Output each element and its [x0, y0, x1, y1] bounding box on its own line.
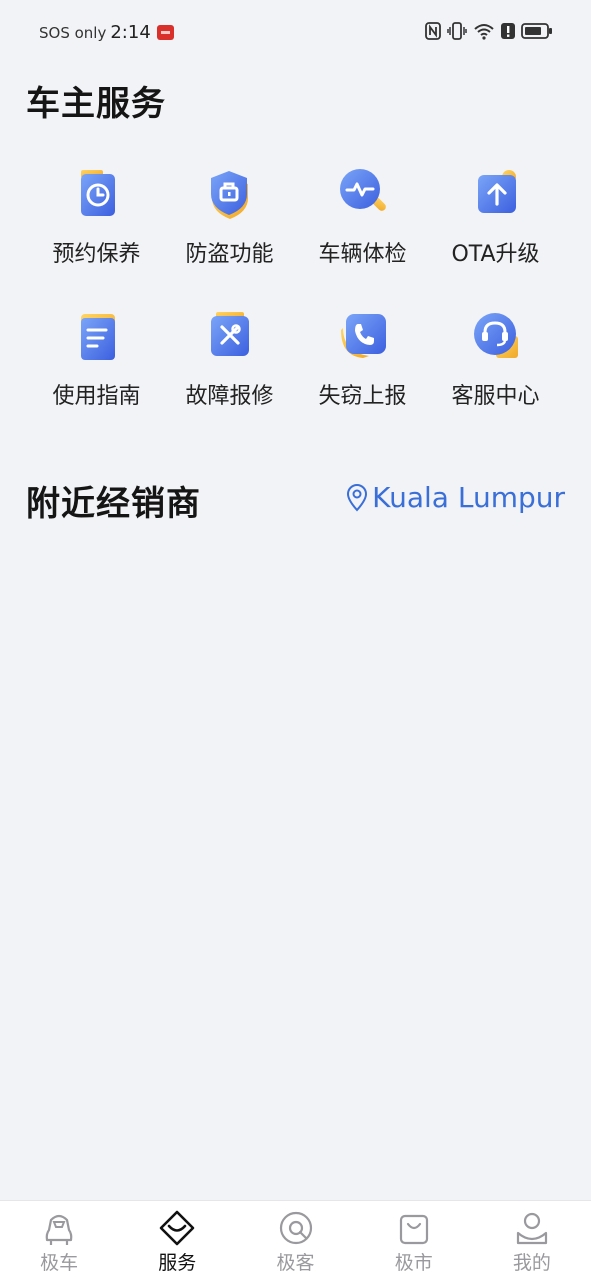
- guide-icon: [65, 302, 129, 366]
- nfc-icon: [425, 22, 441, 40]
- repair-icon: [198, 302, 262, 366]
- community-icon: [278, 1209, 314, 1247]
- nav-label: 极车: [40, 1252, 79, 1274]
- phone-icon: [331, 302, 395, 366]
- wifi-icon: [474, 24, 494, 40]
- battery-icon: [521, 23, 552, 39]
- shop-bag-icon: [397, 1209, 431, 1247]
- nav-label: 极客: [276, 1252, 315, 1274]
- nav-item-profile[interactable]: 我的: [473, 1201, 591, 1281]
- location-pin-icon: [347, 483, 368, 511]
- nav-item-service[interactable]: 服务: [118, 1201, 236, 1281]
- status-bar: SOS only 2:14: [0, 0, 591, 66]
- service-label: OTA升级: [451, 242, 540, 267]
- notification-icon: [156, 25, 174, 40]
- location-selector[interactable]: Kuala Lumpur: [346, 481, 565, 514]
- vibrate-icon: [447, 22, 467, 40]
- service-label: 客服中心: [451, 384, 540, 409]
- nav-item-car[interactable]: 极车: [0, 1201, 118, 1281]
- service-anti-theft[interactable]: 防盗功能: [163, 160, 296, 302]
- service-ota-upgrade[interactable]: OTA升级: [429, 160, 562, 302]
- service-booking-maintenance[interactable]: 预约保养: [30, 160, 163, 302]
- nav-item-shop[interactable]: 极市: [355, 1201, 473, 1281]
- service-grid: 预约保养 防盗功能 车辆体检 OTA升级 使用指南 故障报修 失窃上报 客服中心: [30, 160, 562, 444]
- service-label: 防盗功能: [185, 242, 274, 267]
- service-label: 车辆体检: [318, 242, 407, 267]
- clock: 2:14: [110, 22, 151, 43]
- location-text: Kuala Lumpur: [372, 481, 565, 514]
- shield-icon: [198, 160, 262, 224]
- upgrade-icon: [464, 160, 528, 224]
- dealer-section-title: 附近经销商: [26, 484, 201, 524]
- service-label: 预约保养: [52, 242, 141, 267]
- nav-item-community[interactable]: 极客: [236, 1201, 354, 1281]
- service-section-title: 车主服务: [26, 84, 166, 124]
- alert-icon: [501, 23, 515, 39]
- nav-label: 我的: [512, 1252, 551, 1274]
- service-label: 使用指南: [52, 384, 141, 409]
- service-customer-center[interactable]: 客服中心: [429, 302, 562, 444]
- service-theft-report[interactable]: 失窃上报: [296, 302, 429, 444]
- clock-icon: [65, 160, 129, 224]
- service-label: 失窃上报: [318, 384, 407, 409]
- bottom-nav: 极车 服务 极客 极市 我的: [0, 1200, 591, 1281]
- service-vehicle-check[interactable]: 车辆体检: [296, 160, 429, 302]
- headset-icon: [464, 302, 528, 366]
- nav-label: 服务: [158, 1252, 197, 1274]
- carrier-status: SOS only: [39, 23, 107, 42]
- service-fault-repair[interactable]: 故障报修: [163, 302, 296, 444]
- car-icon: [42, 1209, 76, 1247]
- diagnostic-icon: [331, 160, 395, 224]
- service-user-guide[interactable]: 使用指南: [30, 302, 163, 444]
- profile-icon: [514, 1209, 550, 1247]
- service-label: 故障报修: [185, 384, 274, 409]
- nav-label: 极市: [394, 1252, 433, 1274]
- service-icon: [158, 1209, 196, 1247]
